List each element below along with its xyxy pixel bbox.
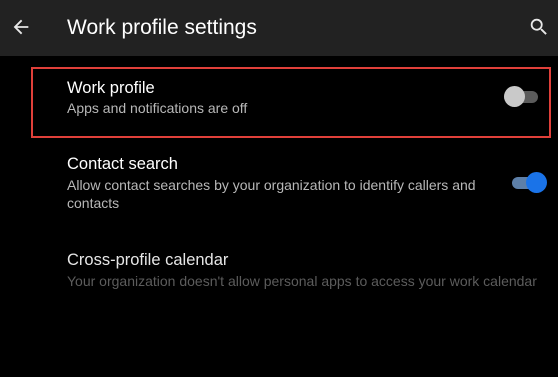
arrow-back-icon (13, 19, 29, 35)
contact-search-toggle[interactable] (512, 172, 547, 193)
contact-search-title: Contact search (67, 155, 178, 173)
contact-search-summary: Allow contact searches by your organizat… (67, 177, 476, 211)
contact-search-setting[interactable]: Contact search Allow contact searches by… (0, 146, 558, 222)
cross-profile-calendar-title: Cross-profile calendar (67, 251, 229, 269)
search-icon (530, 18, 547, 35)
app-bar: Work profile settings (0, 0, 558, 56)
cross-profile-calendar-setting: Cross-profile calendar Your organization… (0, 242, 558, 318)
page-title: Work profile settings (67, 16, 257, 39)
cross-profile-calendar-summary: Your organization doesn't allow personal… (67, 273, 537, 289)
back-button[interactable] (6, 12, 36, 42)
search-button[interactable] (525, 13, 553, 41)
toggle-thumb (526, 172, 547, 193)
highlight-box (31, 67, 551, 138)
